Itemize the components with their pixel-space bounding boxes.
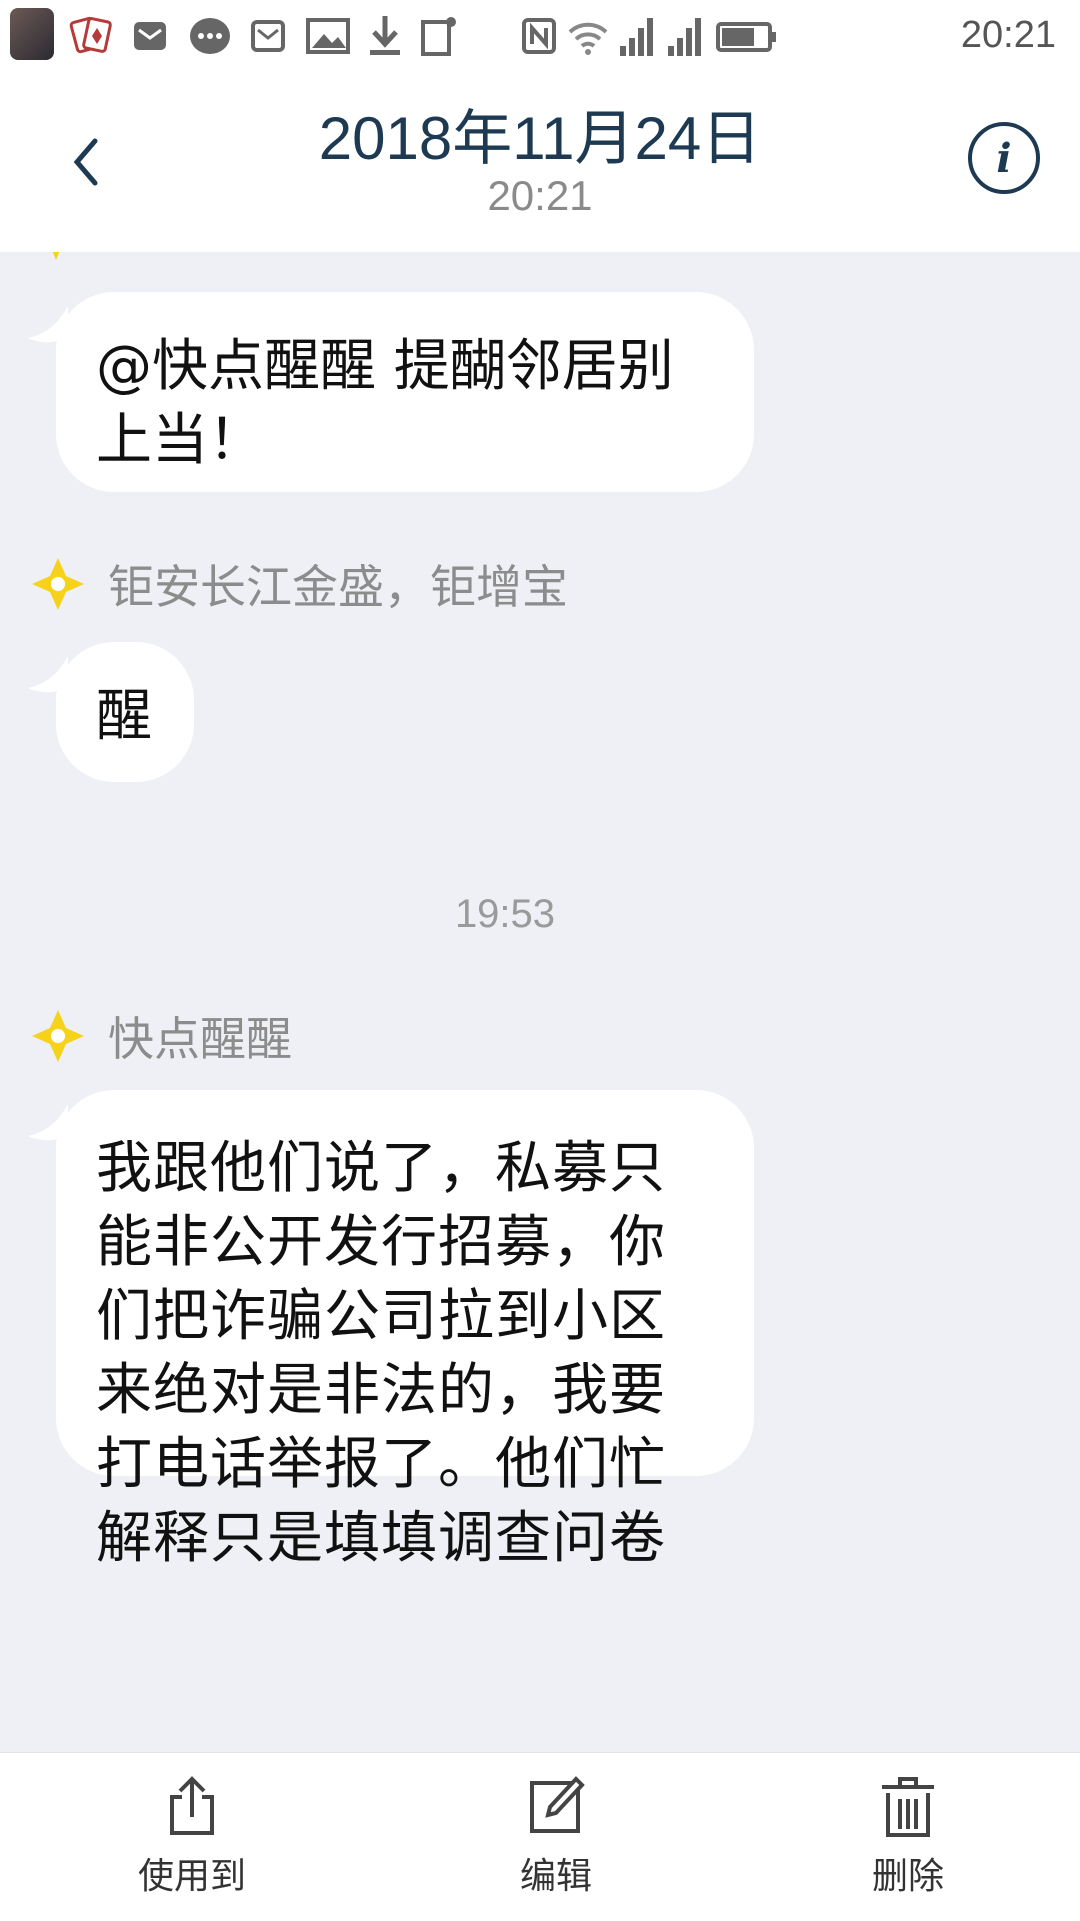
- gallery-icon: [306, 18, 350, 54]
- info-icon: i: [996, 134, 1012, 182]
- info-button[interactable]: i: [968, 122, 1040, 194]
- nfc-icon: [522, 18, 556, 54]
- delete-button[interactable]: 删除: [808, 1773, 1008, 1913]
- signal-icon: [668, 18, 701, 56]
- signal-icon: [620, 18, 653, 56]
- edit-icon: [530, 1776, 585, 1833]
- bubble-tail: [28, 656, 68, 693]
- trash-icon: [882, 1777, 934, 1837]
- cards-app-icon: [69, 16, 112, 54]
- bubble-tail: [28, 306, 68, 343]
- chat-icon: [190, 18, 230, 54]
- sender-badge-icon: [32, 558, 84, 610]
- sender-row: 快点醒醒: [30, 1004, 292, 1068]
- share-label: 使用到: [137, 1856, 246, 1897]
- avatar: [10, 8, 54, 60]
- message-text: 醒: [96, 684, 152, 749]
- sender-name: 钜安长江金盛，钜增宝: [108, 560, 568, 614]
- bubble-tail: [28, 1104, 68, 1141]
- timestamp-divider: 19:53: [454, 892, 556, 936]
- edit-button[interactable]: 编辑: [456, 1773, 656, 1913]
- sender-row: 钜安长江金盛，钜增宝: [30, 552, 568, 616]
- sender-badge-icon: [32, 1010, 84, 1062]
- status-time: 20:21: [960, 14, 1056, 56]
- delete-label: 删除: [871, 1856, 944, 1897]
- message-text: 我跟他们说了，私募只能非公开发行招募，你们把诈骗公司拉到小区来绝对是非法的，我要…: [96, 1136, 666, 1571]
- share-button[interactable]: 使用到: [92, 1773, 292, 1913]
- message-text: @快点醒醒 提醐邻居别上当！: [96, 334, 674, 473]
- bottom-toolbar: 使用到 编辑 删除: [0, 1752, 1080, 1921]
- battery-icon: [716, 22, 776, 52]
- message-list[interactable]: @快点醒醒 提醐邻居别上当！ 钜安长江金盛，钜增宝 醒 19:53 快点醒醒 我…: [0, 252, 1080, 1752]
- mail-icon: [134, 22, 166, 50]
- message-icon: [251, 20, 285, 52]
- edit-label: 编辑: [519, 1856, 592, 1897]
- wifi-icon: [568, 22, 608, 55]
- screenshot-icon: [421, 17, 456, 56]
- sender-badge-icon: [52, 252, 60, 260]
- message-bubble[interactable]: 醒: [28, 642, 194, 782]
- message-bubble[interactable]: 我跟他们说了，私募只能非公开发行招募，你们把诈骗公司拉到小区来绝对是非法的，我要…: [28, 1090, 754, 1571]
- page-title: 2018年11月24日: [318, 105, 762, 172]
- status-bar: 20:21: [0, 0, 1080, 72]
- share-icon: [170, 1776, 214, 1835]
- download-icon: [370, 16, 400, 55]
- sender-name: 快点醒醒: [108, 1012, 292, 1066]
- page-subtitle-time: 20:21: [487, 172, 593, 219]
- message-bubble[interactable]: @快点醒醒 提醐邻居别上当！: [28, 292, 754, 492]
- conversation-header: 2018年11月24日 20:21 i: [0, 72, 1080, 252]
